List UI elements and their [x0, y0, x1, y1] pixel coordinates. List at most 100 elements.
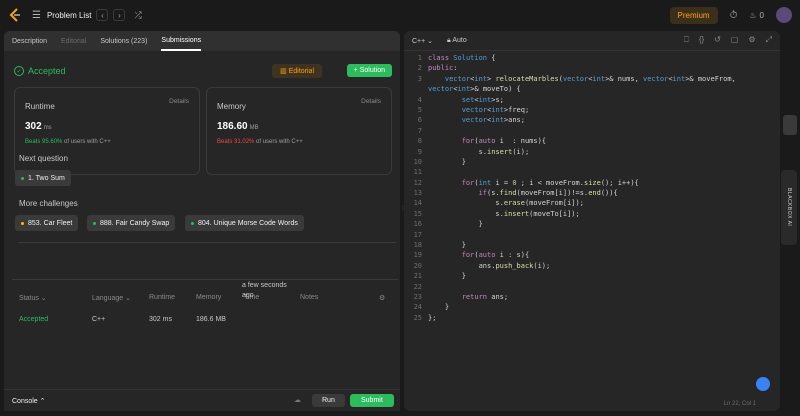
run-button[interactable]: Run	[312, 394, 345, 407]
code-line[interactable]: 4 set<int>s;	[404, 95, 780, 105]
code-line[interactable]: 10 }	[404, 157, 780, 167]
settings-icon[interactable]: ⚙	[379, 294, 385, 302]
code-line[interactable]: 21 }	[404, 271, 780, 281]
submit-button[interactable]: Submit	[350, 394, 394, 407]
cursor-position: Ln 22, Col 1	[723, 401, 756, 407]
next-question-label: Next question	[19, 154, 68, 163]
timer-icon[interactable]: ⏱	[730, 10, 738, 21]
code-line[interactable]: vector<int>& moveTo) {	[404, 84, 780, 94]
layout-icon[interactable]: ▢	[731, 35, 739, 45]
line-source: }	[428, 303, 450, 312]
problem-list-title[interactable]: Problem List	[47, 11, 91, 20]
more-challenges-label: More challenges	[19, 199, 78, 208]
code-line[interactable]: 2 public:	[404, 63, 780, 73]
braces-icon[interactable]: {}	[699, 35, 704, 45]
line-source: ans.push_back(i);	[428, 261, 551, 270]
next-problem-button[interactable]: ›	[113, 9, 126, 21]
line-number: 20	[413, 261, 422, 270]
memory-card[interactable]: Memory Details 186.60 MB Beats 31.02% of …	[206, 87, 392, 175]
line-source: };	[428, 313, 437, 322]
challenge-title: 804. Unique Morse Code Words	[198, 219, 298, 227]
code-line[interactable]: 8 for(auto i : nums){	[404, 136, 780, 146]
code-line[interactable]: 15 s.insert(moveTo[i]);	[404, 209, 780, 219]
easy-dot-icon	[21, 176, 24, 180]
problem-list-icon[interactable]: ☰	[32, 10, 41, 21]
language-header[interactable]: Language ⌄	[92, 294, 131, 302]
editorial-button[interactable]: ▥ Editorial	[272, 64, 322, 78]
challenge-chip[interactable]: 888. Fair Candy Swap	[87, 215, 176, 231]
code-line[interactable]: 25};	[404, 313, 780, 323]
book-icon: ▥	[280, 68, 289, 75]
auto-mode[interactable]: 🔒︎ Auto	[447, 37, 467, 45]
challenge-chip[interactable]: 804. Unique Morse Code Words	[185, 215, 304, 231]
line-source: class Solution {	[428, 54, 496, 62]
language-select[interactable]: C++ ⌄	[412, 37, 433, 45]
code-line[interactable]: 16 }	[404, 219, 780, 229]
blackbox-ai-tab[interactable]: BLACKBOX AI	[781, 170, 797, 245]
challenge-chip[interactable]: 853. Car Fleet	[15, 215, 79, 231]
code-line[interactable]: 23 return ans;	[404, 292, 780, 302]
code-line[interactable]: 18 }	[404, 240, 780, 250]
reset-icon[interactable]: ↺	[714, 35, 721, 45]
code-line[interactable]: 22	[404, 282, 780, 292]
code-line[interactable]: 24 }	[404, 302, 780, 312]
line-number: 12	[413, 178, 422, 187]
line-number: 1	[417, 54, 422, 62]
code-line[interactable]: 3 vector<int> relocateMarbles(vector<int…	[404, 74, 780, 84]
code-area[interactable]: 1 class Solution {2 public: 3 vector<int> r…	[404, 53, 780, 323]
shuffle-icon[interactable]: ⤮	[134, 10, 141, 21]
tab-submissions[interactable]: Submissions	[161, 31, 202, 51]
row-time: a few seconds ago	[242, 282, 287, 299]
bookmark-icon[interactable]: ⎕	[684, 35, 689, 45]
code-line[interactable]: 9 s.insert(i);	[404, 147, 780, 157]
code-line[interactable]: 5 vector<int>freq;	[404, 105, 780, 115]
line-source: }	[428, 241, 466, 250]
runtime-details-link[interactable]: Details	[169, 98, 189, 105]
challenge-title: 853. Car Fleet	[28, 219, 73, 227]
line-source: }	[428, 272, 466, 281]
code-line[interactable]: 17	[404, 230, 780, 240]
code-line[interactable]: 14 s.erase(moveFrom[i]);	[404, 198, 780, 208]
tab-editorial[interactable]: Editorial	[61, 31, 86, 51]
console-bar: Console ⌃ ☁ Run Submit	[4, 389, 400, 411]
code-line[interactable]: 12 for(int i = 0 ; i < moveFrom.size(); …	[404, 178, 780, 188]
status-header[interactable]: Status ⌄	[19, 294, 47, 302]
chat-icon[interactable]	[756, 377, 770, 391]
settings-icon[interactable]: ⚙	[748, 35, 755, 45]
line-source: vector<int>freq;	[461, 105, 530, 114]
code-line[interactable]: 7	[404, 126, 780, 136]
code-line[interactable]: 20 ans.push_back(i);	[404, 261, 780, 271]
memory-details-link[interactable]: Details	[361, 98, 381, 105]
notes-header: Notes	[300, 294, 319, 301]
code-line[interactable]: 1 class Solution {	[404, 53, 780, 63]
row-memory: 186.6 MB	[196, 316, 226, 323]
line-number: 8	[417, 137, 422, 146]
line-source: vector<int>& moveTo) {	[428, 85, 521, 94]
next-question-chip[interactable]: 1. Two Sum	[15, 170, 71, 186]
runtime-label: Runtime	[25, 102, 55, 111]
code-line[interactable]: 19 for(auto i : s){	[404, 250, 780, 260]
tab-solutions[interactable]: Solutions (223)	[100, 31, 147, 51]
code-line[interactable]: 6 vector<int>ans;	[404, 115, 780, 125]
line-number: 7	[417, 126, 422, 135]
code-line[interactable]: 11	[404, 167, 780, 177]
tab-description[interactable]: Description	[12, 31, 47, 51]
table-divider	[12, 279, 398, 280]
streak-counter[interactable]: ♨ 0	[749, 11, 764, 20]
leetcode-logo[interactable]	[8, 8, 22, 22]
line-number: 16	[413, 220, 422, 229]
prev-problem-button[interactable]: ‹	[96, 9, 109, 21]
side-panel-tab[interactable]	[783, 115, 797, 135]
line-number: 14	[413, 199, 422, 208]
premium-button[interactable]: Premium	[669, 6, 718, 24]
console-toggle[interactable]: Console ⌃	[12, 397, 46, 405]
line-number: 5	[417, 105, 422, 114]
line-number: 9	[417, 147, 422, 156]
line-number: 6	[417, 116, 422, 125]
code-line[interactable]: 13 if(s.find(moveFrom[i])!=s.end()){	[404, 188, 780, 198]
result-status: Accepted	[28, 66, 66, 76]
solution-button[interactable]: + Solution	[346, 64, 392, 77]
avatar[interactable]	[776, 7, 792, 23]
expand-icon[interactable]: ⤢	[766, 35, 772, 45]
row-status[interactable]: Accepted	[19, 316, 48, 323]
